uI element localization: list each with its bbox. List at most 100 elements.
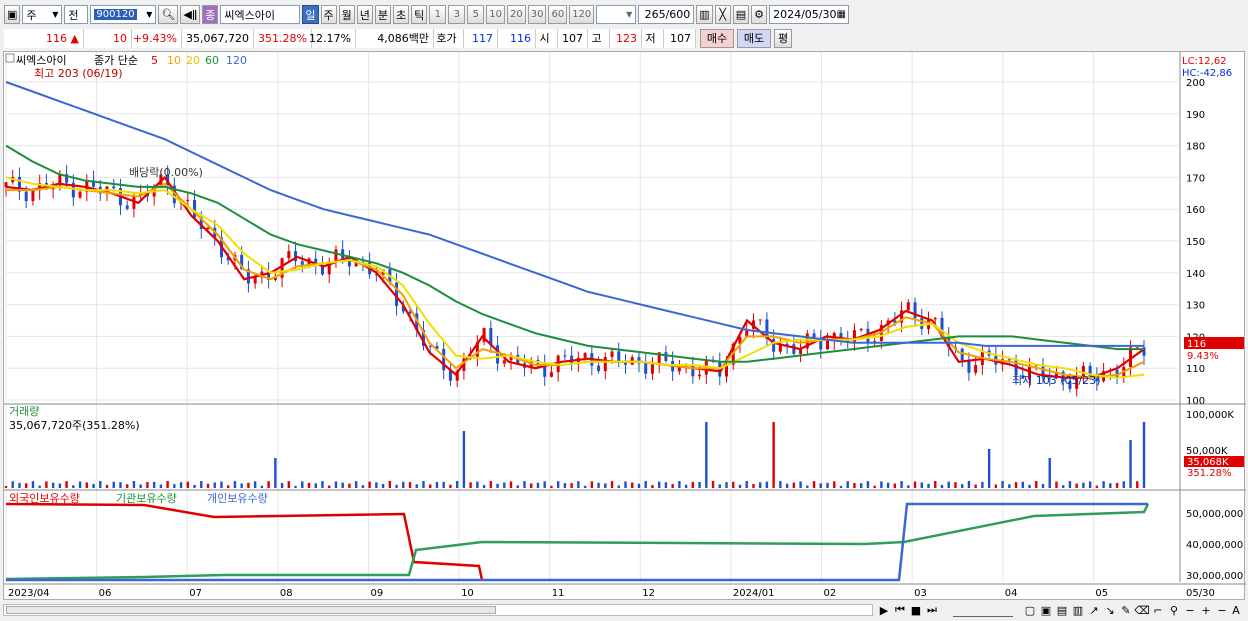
zoom-out-icon[interactable]: − [1183, 603, 1197, 617]
font-size-icon[interactable]: A [1229, 603, 1243, 617]
buy-button[interactable]: 매수 [700, 28, 734, 48]
period-week[interactable]: 주 [320, 5, 337, 24]
period-month[interactable]: 월 [338, 5, 355, 24]
sell-button[interactable]: 매도 [737, 28, 771, 48]
volume-bar [1055, 481, 1058, 488]
interval-5[interactable]: 5 [467, 5, 485, 24]
candle-body [906, 302, 910, 311]
window-icon[interactable]: ▣ [4, 5, 21, 24]
period-minute[interactable]: 분 [374, 5, 391, 24]
calendar-icon[interactable]: ▦ [837, 9, 846, 20]
scroll-thumb[interactable] [6, 606, 496, 614]
axes: 200 190 180 170 160 150 140 130 120 110 100 2023/04… [4, 52, 1246, 599]
interval-60[interactable]: 60 [548, 5, 568, 24]
interval-30[interactable]: 30 [527, 5, 547, 24]
volume-bar [280, 483, 284, 488]
period-tick[interactable]: 틱 [411, 5, 428, 24]
volume-bar [1008, 484, 1011, 488]
volume-bar [11, 481, 14, 488]
holdings-lines [5, 502, 1150, 582]
stop-icon[interactable]: ■ [909, 603, 923, 617]
volume-bar [294, 485, 297, 488]
candle-type-icon[interactable]: ▥ [696, 5, 713, 24]
minus-icon[interactable]: − [1215, 603, 1229, 617]
ruler-icon[interactable]: ⌐ [1151, 603, 1165, 617]
interval-custom-select[interactable]: ▼ [596, 5, 637, 24]
volume-bar [718, 484, 721, 488]
ma-lines [5, 81, 1145, 379]
crosshair-icon[interactable]: ╳ [714, 5, 731, 24]
scroll-track[interactable] [3, 604, 873, 616]
volume-bar [442, 481, 445, 488]
volume-bar [18, 482, 21, 488]
layout-icon[interactable]: ▥ [1071, 603, 1085, 617]
interval-10[interactable]: 10 [486, 5, 505, 24]
count-input[interactable]: 265/600 [638, 5, 695, 24]
lc-label: LC:12,62 [1182, 56, 1227, 67]
volume-bar [617, 485, 620, 488]
eraser-icon[interactable]: ⌫ [1134, 603, 1150, 617]
interval-120[interactable]: 120 [569, 5, 595, 24]
save-icon[interactable]: ▤ [732, 5, 750, 24]
x-tick-label: 06 [99, 588, 112, 599]
volume-bar [213, 482, 216, 488]
speaker-icon[interactable]: ◀ǁ [180, 5, 201, 24]
forward-icon[interactable]: ⏭ [925, 603, 939, 617]
volume-bar [78, 481, 82, 488]
volume-bar [58, 483, 62, 488]
play-icon[interactable]: ▶ [877, 603, 891, 617]
volume-bar [738, 484, 742, 488]
candle-body [563, 355, 567, 357]
volume-bar [772, 422, 775, 488]
layout-icon[interactable]: ▤ [1055, 603, 1069, 617]
interval-3[interactable]: 3 [448, 5, 466, 24]
volume-bar [186, 481, 190, 488]
volume-bar [321, 481, 324, 488]
trend-icon[interactable]: ↘ [1103, 603, 1117, 617]
gear-icon[interactable]: ⚙ [751, 5, 768, 24]
layout-icon[interactable]: ▣ [1039, 603, 1053, 617]
volume-bar [833, 481, 836, 488]
volume-bar [159, 484, 163, 488]
date-input[interactable]: 2024/05/30 ▦ [769, 5, 850, 24]
grid [5, 52, 1178, 582]
volume-bar [509, 481, 513, 488]
category-badge[interactable]: 종 [202, 5, 219, 24]
candle-body [78, 191, 82, 198]
period-year[interactable]: 년 [356, 5, 373, 24]
candle-body [24, 191, 28, 202]
stock-code-input[interactable]: 900120 ▼ [90, 5, 157, 24]
eval-button[interactable]: 평 [774, 28, 792, 48]
candle-body [603, 356, 607, 372]
volume-bar [496, 483, 499, 488]
text-icon[interactable]: ✎ [1119, 603, 1133, 617]
x-tick-label: 08 [280, 588, 293, 599]
interval-20[interactable]: 20 [506, 5, 526, 24]
layout-icon[interactable]: ▢ [1023, 603, 1037, 617]
candle-body [442, 348, 446, 371]
candle-body [502, 360, 506, 364]
rewind-icon[interactable]: ⏮ [893, 603, 907, 617]
interval-1[interactable]: 1 [429, 5, 447, 24]
volume-bar [927, 483, 930, 488]
period-second[interactable]: 초 [393, 5, 410, 24]
zoom-in-icon[interactable]: + [1199, 603, 1213, 617]
volume-bar [637, 483, 641, 488]
holdings-legend-foreign: 외국인보유수량 [9, 492, 80, 505]
type-select[interactable]: 전 [64, 5, 89, 24]
candle-body [408, 311, 412, 314]
market-select[interactable]: 주 ▼ [22, 5, 63, 24]
legend-ma5: 5 [151, 54, 158, 67]
search-icon[interactable]: 🔍︎ [158, 5, 179, 24]
low-annotation: 최저 103 (05/23) [1012, 374, 1101, 387]
trend-icon[interactable]: ↗ [1087, 603, 1101, 617]
zoom-slider[interactable] [953, 603, 1013, 617]
volume-bar [51, 482, 55, 488]
price-legend: 씨엑스아이 종가 단순 5 10 20 60 120 LC:12,62 HC:-… [5, 53, 1232, 79]
volume-bar [610, 481, 614, 488]
candle-body [287, 251, 291, 259]
period-day[interactable]: 일 [302, 5, 319, 24]
volume-bar [745, 481, 748, 488]
search-icon[interactable]: ⚲ [1167, 603, 1181, 617]
candle-body [826, 340, 830, 350]
